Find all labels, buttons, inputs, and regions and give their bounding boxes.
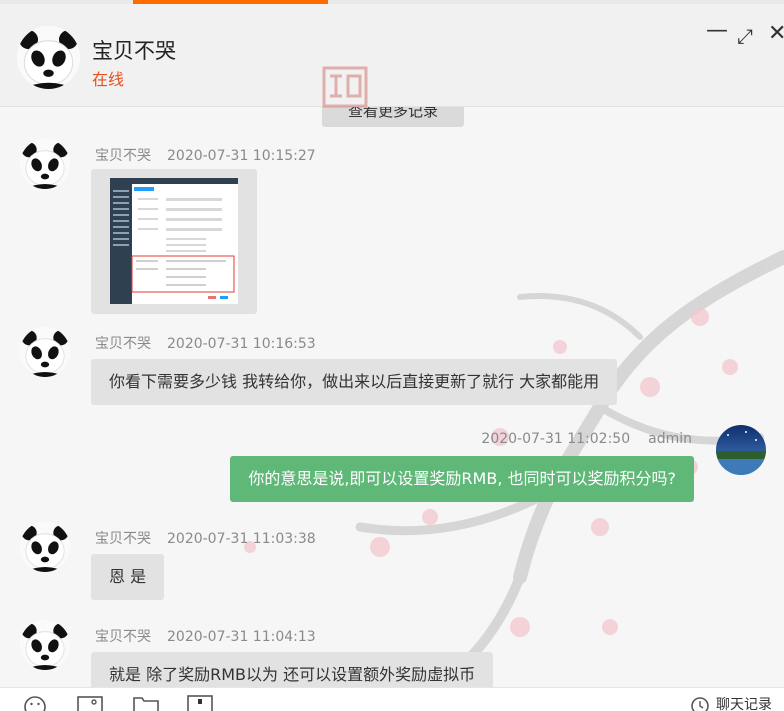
message-time: 2020-07-31 11:03:38: [167, 531, 316, 547]
sender-avatar[interactable]: [20, 139, 70, 189]
sender-name: 宝贝不哭: [95, 336, 151, 352]
clock-icon[interactable]: [690, 695, 710, 711]
screenshot-icon[interactable]: [187, 695, 213, 711]
message-meta: 宝贝不哭 2020-07-31 10:16:53: [95, 333, 316, 353]
chat-history-link[interactable]: 聊天记录: [716, 695, 772, 711]
sender-name: 宝贝不哭: [95, 531, 151, 547]
sender-avatar[interactable]: [20, 620, 70, 670]
message-meta: 宝贝不哭 2020-07-31 11:04:13: [95, 626, 316, 646]
message-bubble[interactable]: 恩 是: [91, 554, 165, 600]
contact-status: 在线: [92, 70, 125, 89]
contact-avatar[interactable]: [17, 26, 80, 89]
folder-icon[interactable]: [133, 695, 159, 711]
sender-avatar[interactable]: [20, 522, 70, 572]
emoji-icon[interactable]: [23, 695, 47, 711]
contact-name: 宝贝不哭: [92, 39, 176, 63]
sender-name: 宝贝不哭: [95, 148, 151, 164]
message-time: 2020-07-31 10:15:27: [167, 148, 316, 164]
seal-stamp-icon: [322, 66, 368, 108]
message-time: 2020-07-31 11:02:50: [481, 431, 631, 447]
message-time: 2020-07-31 11:04:13: [167, 629, 316, 645]
image-message[interactable]: [91, 169, 257, 314]
message-bubble[interactable]: 你的意思是说,即可以设置奖励RMB, 也同时可以奖励积分吗?: [230, 456, 694, 502]
message-meta: 宝贝不哭 2020-07-31 10:15:27: [95, 145, 316, 165]
chat-history[interactable]: 查看更多记录 宝贝不哭 2020-07-31 10:15:27 宝贝不哭 202…: [0, 107, 784, 687]
screenshot-thumbnail[interactable]: [110, 178, 238, 304]
sender-name: 宝贝不哭: [95, 629, 151, 645]
close-icon[interactable]: ✕: [768, 21, 784, 46]
message-bubble[interactable]: 你看下需要多少钱 我转给你，做出来以后直接更新了就行 大家都能用: [91, 359, 618, 405]
chat-header: 宝贝不哭 在线 — ⤢ ✕: [0, 4, 784, 108]
self-avatar[interactable]: [716, 425, 766, 475]
minimize-icon[interactable]: —: [706, 18, 728, 43]
input-toolbar: 聊天记录: [0, 687, 784, 711]
message-meta: 2020-07-31 11:02:50 admin: [481, 431, 692, 447]
image-upload-icon[interactable]: [77, 695, 103, 711]
message-bubble[interactable]: 就是 除了奖励RMB以为 还可以设置额外奖励虚拟币: [91, 652, 494, 687]
sender-avatar[interactable]: [20, 327, 70, 377]
sender-name: admin: [648, 431, 692, 447]
load-more-history-button[interactable]: 查看更多记录: [322, 107, 464, 127]
message-time: 2020-07-31 10:16:53: [167, 336, 316, 352]
message-meta: 宝贝不哭 2020-07-31 11:03:38: [95, 528, 316, 548]
maximize-icon[interactable]: ⤢: [737, 24, 753, 48]
